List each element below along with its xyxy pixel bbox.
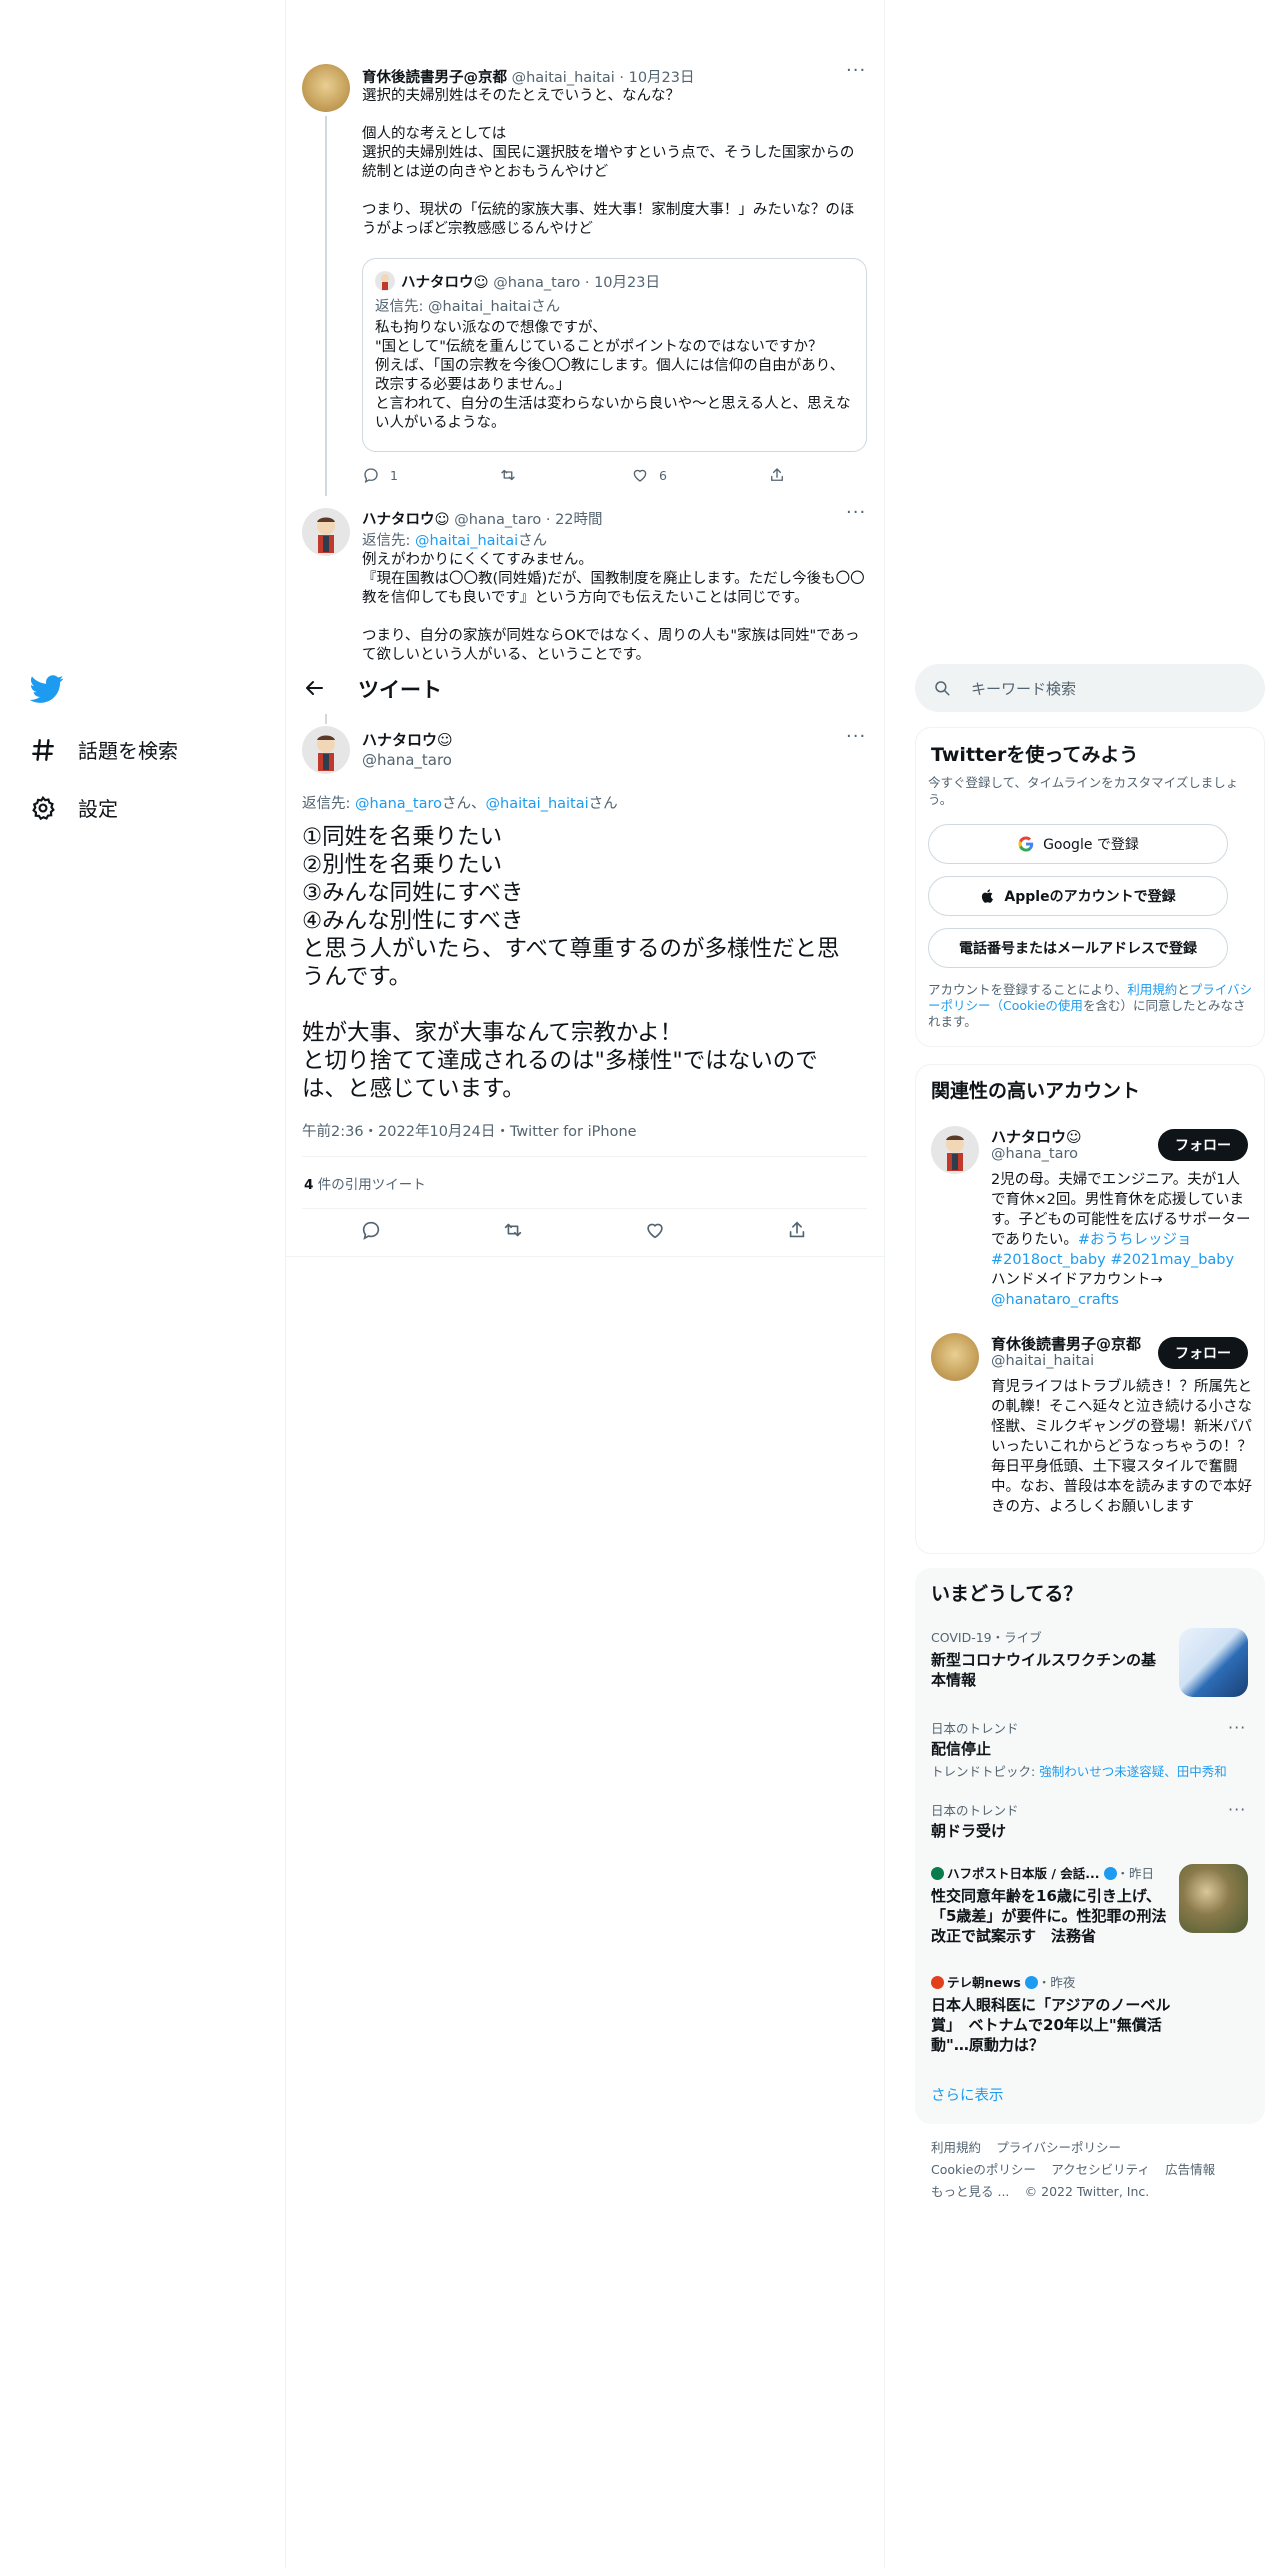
quote-author-handle: @hana_taro [493,275,581,291]
retweet-button[interactable] [499,466,517,484]
avatar[interactable] [931,1333,979,1381]
account-handle[interactable]: @haitai_haitai [991,1353,1094,1369]
quote-reply-to: 返信先: @haitai_haitaiさん [375,299,561,315]
nav-explore-label: 話題を検索 [78,739,178,763]
news-item[interactable]: ハフポスト日本版 / 会話... ・昨日 性交同意年齢を16歳に引き上げ、「5歳… [931,1863,1171,1946]
more-icon[interactable]: ··· [846,60,866,81]
share-icon [771,468,783,481]
quote-avatar [375,271,395,291]
quote-tweet[interactable]: ハナタロウ☺ @hana_taro · 10月23日 返信先: @haitai_… [362,258,867,452]
page-title: ツイート [358,678,442,702]
author-name[interactable]: ハナタロウ☺ [362,512,450,528]
tweet-meta: 午前2:36・2022年10月24日・Twitter for iPhone [302,1124,637,1140]
account-bio: 2児の母。夫婦でエンジニア。夫が1人で育休×2回。男性育休を応援しています。子ど… [991,1172,1251,1308]
signup-legal: アカウントを登録することにより、利用規約とプライバシーポリシー（Cookieの使… [928,982,1253,1029]
avatar[interactable] [302,64,350,112]
trend-item[interactable]: 日本のトレンド 朝ドラ受け [931,1800,1161,1841]
signup-desc: 今すぐ登録して、タイムラインをカスタマイズしましょう。 [928,775,1239,807]
account-handle[interactable]: @hana_taro [991,1146,1078,1162]
google-signup-button[interactable]: Google で登録 [928,824,1228,864]
avatar[interactable] [931,1126,979,1174]
author-handle[interactable]: @hana_taro [362,751,452,769]
tweet-date[interactable]: 10月23日 [629,70,695,86]
author-handle[interactable]: @haitai_haitai [512,70,615,86]
retweet-icon[interactable] [502,1219,524,1241]
search-icon [935,681,950,696]
heart-icon[interactable] [644,1219,666,1241]
author-name[interactable]: 育休後読書男子@京都 [362,70,507,86]
account-name[interactable]: 育休後読書男子@京都 [991,1333,1141,1354]
trend-thumbnail [1179,1628,1248,1697]
verified-icon [1024,1976,1038,1989]
follow-button[interactable]: フォロー [1158,1337,1248,1369]
tweet-header: ハナタロウ☺ @hana_taro · 22時間 [362,512,603,528]
gear-icon [32,795,55,820]
retweet-icon [501,469,515,481]
tweet-header: 育休後読書男子@京都 @haitai_haitai · 10月23日 [362,70,695,86]
avatar[interactable] [302,508,350,556]
quote-author-name: ハナタロウ☺ [401,275,489,291]
news-item[interactable]: テレ朝news ・昨夜 日本人眼科医に「アジアのノーベル賞」 ベトナムで20年以… [931,1972,1171,2055]
share-button[interactable] [768,466,786,484]
thread-line [325,116,327,496]
related-title: 関連性の高いアカウント [931,1080,1141,1102]
share-icon[interactable] [786,1219,808,1241]
signup-title: Twitterを使ってみよう [931,744,1139,766]
account-bio: 育児ライフはトラブル続き！？所属先との軋轢！そこへ延々と泣き続ける小さな怪獣、ミ… [991,1379,1252,1515]
show-more-link[interactable]: さらに表示 [931,2084,1004,2105]
news-thumbnail [1179,1864,1248,1933]
footer: 利用規約 プライバシーポリシー Cookieのポリシー アクセシビリティ 広告情… [931,2140,1216,2199]
apple-signup-button[interactable]: Appleのアカウントで登録 [928,876,1228,916]
quote-date: 10月23日 [594,275,660,291]
reply-icon[interactable] [360,1219,382,1241]
phone-email-signup-button[interactable]: 電話番号またはメールアドレスで登録 [928,928,1228,968]
twitter-logo-icon[interactable] [29,672,64,706]
tweet-date[interactable]: 22時間 [555,512,602,528]
news-source-icon [931,1976,944,1989]
account-name[interactable]: ハナタロウ☺ [991,1126,1082,1147]
google-icon [1018,836,1034,852]
avatar[interactable] [302,726,350,774]
heart-icon [633,469,647,482]
apple-icon [982,889,994,903]
trend-item[interactable]: COVID-19・ライブ 新型コロナウイルスワクチンの基本情報 [931,1627,1161,1690]
reply-to: 返信先: @haitai_haitaiさん [362,533,548,549]
like-button[interactable]: 6 [631,466,667,484]
search-placeholder: キーワード検索 [971,680,1077,698]
verified-icon [1103,1867,1117,1880]
reply-icon [364,468,378,484]
reply-to: 返信先: @hana_taroさん、@haitai_haitaiさん [302,796,618,812]
search-input[interactable]: キーワード検索 [915,664,1265,712]
follow-button[interactable]: フォロー [1158,1129,1248,1161]
more-icon[interactable]: ··· [846,502,866,523]
hashtag-icon [32,738,54,761]
more-icon[interactable]: ··· [846,726,866,747]
back-arrow-icon[interactable] [302,676,326,700]
main-tweet-text: ①同姓を名乗りたい ②別性を名乗りたい ③みんな同姓にすべき ④みんな別性にすべ… [302,824,840,1102]
reply-button[interactable]: 1 [362,466,398,484]
tweet-header-bar: ツイート [286,662,884,714]
tweet-text: 例えがわかりにくくてすみません。 『現在国教は〇〇教(同姓婚)だが、国教制度を廃… [362,552,865,661]
trend-item[interactable]: 日本のトレンド 配信停止 トレンドトピック: 強制わいせつ未遂容疑、田中秀和 [931,1718,1251,1780]
trends-title: いまどうしてる？ [931,1583,1083,1605]
author-handle[interactable]: @hana_taro [454,512,541,528]
tweet-text: 選択的夫婦別姓はそのたとえでいうと、なんな？ 個人的な考えとしては 選択的夫婦別… [362,88,855,237]
nav-explore[interactable]: 話題を検索 [30,735,178,764]
more-icon[interactable]: ··· [1228,1800,1246,1819]
news-source-icon [931,1867,944,1880]
more-icon[interactable]: ··· [1228,1718,1246,1737]
thread-line [325,714,327,724]
author-name[interactable]: ハナタロウ☺ [362,729,453,750]
nav-settings[interactable]: 設定 [30,793,118,822]
quote-text: 私も拘りない派なので想像ですが、 "国として"伝統を重んじていることがポイントな… [375,320,851,431]
quote-count[interactable]: 4 件の引用ツイート [304,1173,426,1193]
nav-settings-label: 設定 [78,797,118,821]
